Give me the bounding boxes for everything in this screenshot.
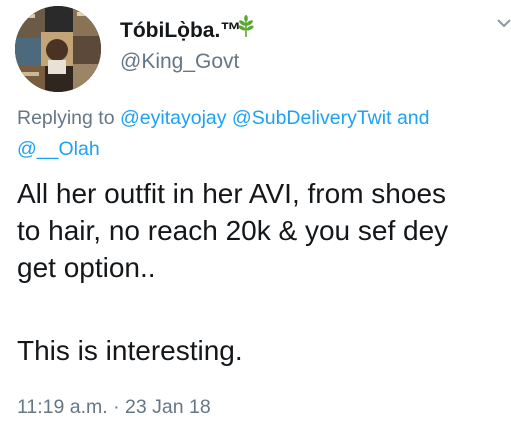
- leaf-icon: [238, 15, 254, 37]
- tweet: TóbiLọ̀ba.™ @King_Govt Replying to @eyit…: [0, 0, 511, 434]
- mention-link[interactable]: @__Olah: [17, 138, 100, 160]
- tweet-date: 23 Jan 18: [125, 396, 211, 418]
- timestamp[interactable]: 11:19 a.m. · 23 Jan 18: [17, 396, 211, 419]
- avatar[interactable]: [15, 6, 101, 92]
- user-handle[interactable]: @King_Govt: [120, 50, 239, 74]
- tweet-text-line: All her outfit in her AVI, from shoes: [17, 178, 447, 209]
- tweet-text-line: This is interesting.: [17, 335, 243, 366]
- mention-link[interactable]: @eyitayojay: [120, 107, 227, 129]
- separator-dot: ·: [113, 396, 120, 418]
- replying-to: Replying to @eyitayojay @SubDeliveryTwit…: [17, 103, 511, 165]
- chevron-down-icon[interactable]: [496, 16, 511, 30]
- avatar-image: [15, 6, 101, 92]
- tweet-text: All her outfit in her AVI, from shoes to…: [17, 175, 511, 369]
- tweet-time: 11:19 a.m.: [17, 396, 108, 418]
- tweet-text-line: get option..: [17, 252, 156, 283]
- tweet-text-line: to hair, no reach 20k & you sef dey: [17, 215, 449, 246]
- replying-to-label: Replying to: [17, 107, 115, 129]
- and-conjunction[interactable]: and: [397, 107, 430, 129]
- mention-link[interactable]: @SubDeliveryTwit: [232, 107, 392, 129]
- display-name[interactable]: TóbiLọ̀ba.™: [120, 19, 241, 43]
